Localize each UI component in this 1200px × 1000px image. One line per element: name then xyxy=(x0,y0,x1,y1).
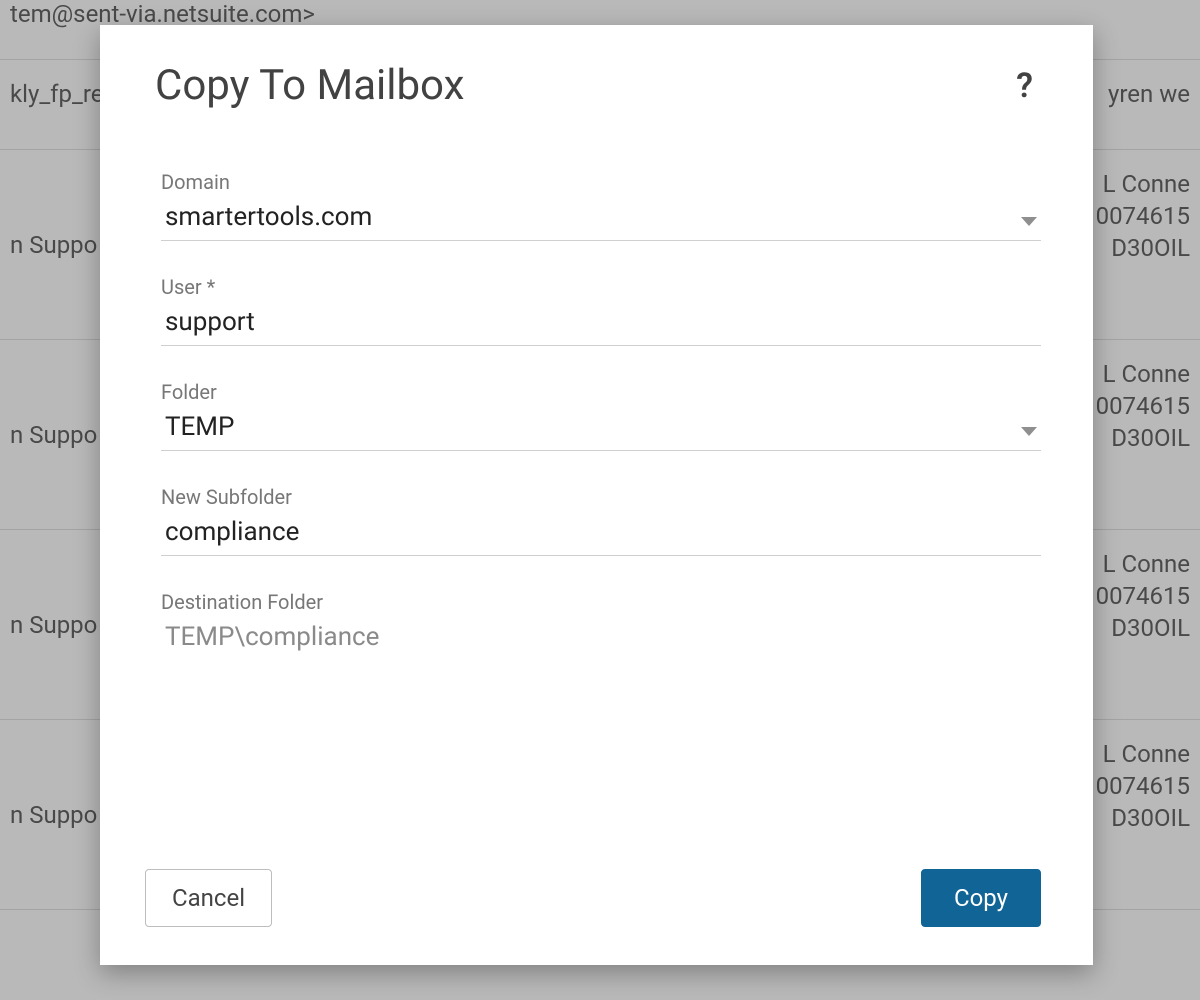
copy-to-mailbox-dialog: Copy To Mailbox ? Domain smartertools.co… xyxy=(100,25,1093,965)
user-input[interactable] xyxy=(161,305,1041,341)
help-icon[interactable]: ? xyxy=(1016,66,1041,106)
dialog-header: Copy To Mailbox ? xyxy=(155,61,1041,110)
folder-label: Folder xyxy=(161,380,1041,404)
folder-field[interactable]: Folder TEMP xyxy=(161,380,1041,451)
domain-select-value[interactable]: smartertools.com xyxy=(161,200,1041,236)
chevron-down-icon xyxy=(1021,427,1037,436)
dialog-footer: Cancel Copy xyxy=(145,859,1041,927)
copy-button[interactable]: Copy xyxy=(921,869,1041,927)
domain-field[interactable]: Domain smartertools.com xyxy=(161,170,1041,241)
chevron-down-icon xyxy=(1021,217,1037,226)
dialog-form: Domain smartertools.com User * Folder TE… xyxy=(155,170,1041,859)
destination-folder-label: Destination Folder xyxy=(161,590,1041,614)
user-field[interactable]: User * xyxy=(161,275,1041,346)
destination-folder-field: Destination Folder TEMP\compliance xyxy=(161,590,1041,660)
new-subfolder-field[interactable]: New Subfolder xyxy=(161,485,1041,556)
destination-folder-value: TEMP\compliance xyxy=(161,620,1041,656)
new-subfolder-input[interactable] xyxy=(161,515,1041,551)
dialog-title: Copy To Mailbox xyxy=(155,61,464,110)
folder-select-value[interactable]: TEMP xyxy=(161,410,1041,446)
new-subfolder-label: New Subfolder xyxy=(161,485,1041,509)
user-label: User * xyxy=(161,275,1041,299)
domain-label: Domain xyxy=(161,170,1041,194)
cancel-button[interactable]: Cancel xyxy=(145,869,272,927)
